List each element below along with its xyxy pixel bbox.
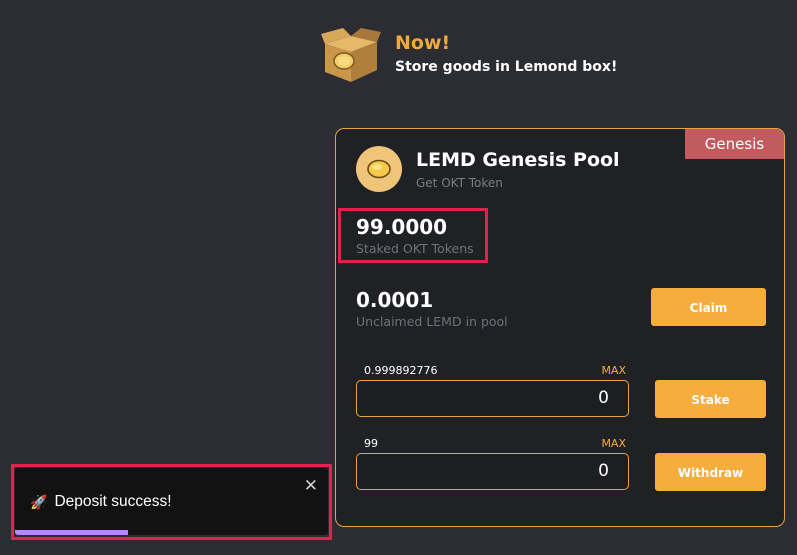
lemon-coin-icon xyxy=(356,146,402,192)
staked-value: 99.0000 xyxy=(356,215,448,239)
stake-balance: 0.999892776 xyxy=(364,364,438,377)
staked-stat: 99.0000 Staked OKT Tokens xyxy=(356,215,474,256)
withdraw-button[interactable]: Withdraw xyxy=(655,453,766,491)
pool-title: LEMD Genesis Pool xyxy=(416,148,620,171)
lemon-box-icon xyxy=(321,28,381,82)
staked-label: Staked OKT Tokens xyxy=(356,241,474,256)
page: Now! Store goods in Lemond box! Genesis … xyxy=(0,0,797,555)
toast-progress-bar xyxy=(15,530,128,535)
pool-subtitle: Get OKT Token xyxy=(416,175,503,190)
promo-banner: Now! Store goods in Lemond box! xyxy=(319,26,617,84)
toast-message-row: 🚀 Deposit success! xyxy=(30,493,172,511)
rocket-icon: 🚀 xyxy=(30,493,48,510)
pool-card: Genesis LEMD Genesis Pool Get OKT Token … xyxy=(335,128,785,527)
unclaimed-stat: 0.0001 Unclaimed LEMD in pool xyxy=(356,288,508,329)
stake-max-button[interactable]: MAX xyxy=(601,364,626,377)
claim-button[interactable]: Claim xyxy=(651,288,766,326)
promo-title: Now! xyxy=(395,32,451,54)
stake-button[interactable]: Stake xyxy=(655,380,766,418)
deposit-toast: 🚀 Deposit success! ✕ xyxy=(15,468,328,535)
withdraw-field-meta: 99 MAX xyxy=(364,437,626,450)
withdraw-max-button[interactable]: MAX xyxy=(601,437,626,450)
genesis-badge: Genesis xyxy=(685,129,784,159)
stake-field-meta: 0.999892776 MAX xyxy=(364,364,626,377)
withdraw-balance: 99 xyxy=(364,437,378,450)
stake-amount-input[interactable]: 0 xyxy=(356,380,629,417)
pool-header: LEMD Genesis Pool Get OKT Token xyxy=(356,146,620,192)
unclaimed-value: 0.0001 xyxy=(356,288,434,312)
toast-message: Deposit success! xyxy=(54,493,172,510)
unclaimed-label: Unclaimed LEMD in pool xyxy=(356,314,508,329)
close-icon[interactable]: ✕ xyxy=(304,477,318,495)
promo-subtitle: Store goods in Lemond box! xyxy=(395,59,618,75)
withdraw-amount-input[interactable]: 0 xyxy=(356,453,629,490)
